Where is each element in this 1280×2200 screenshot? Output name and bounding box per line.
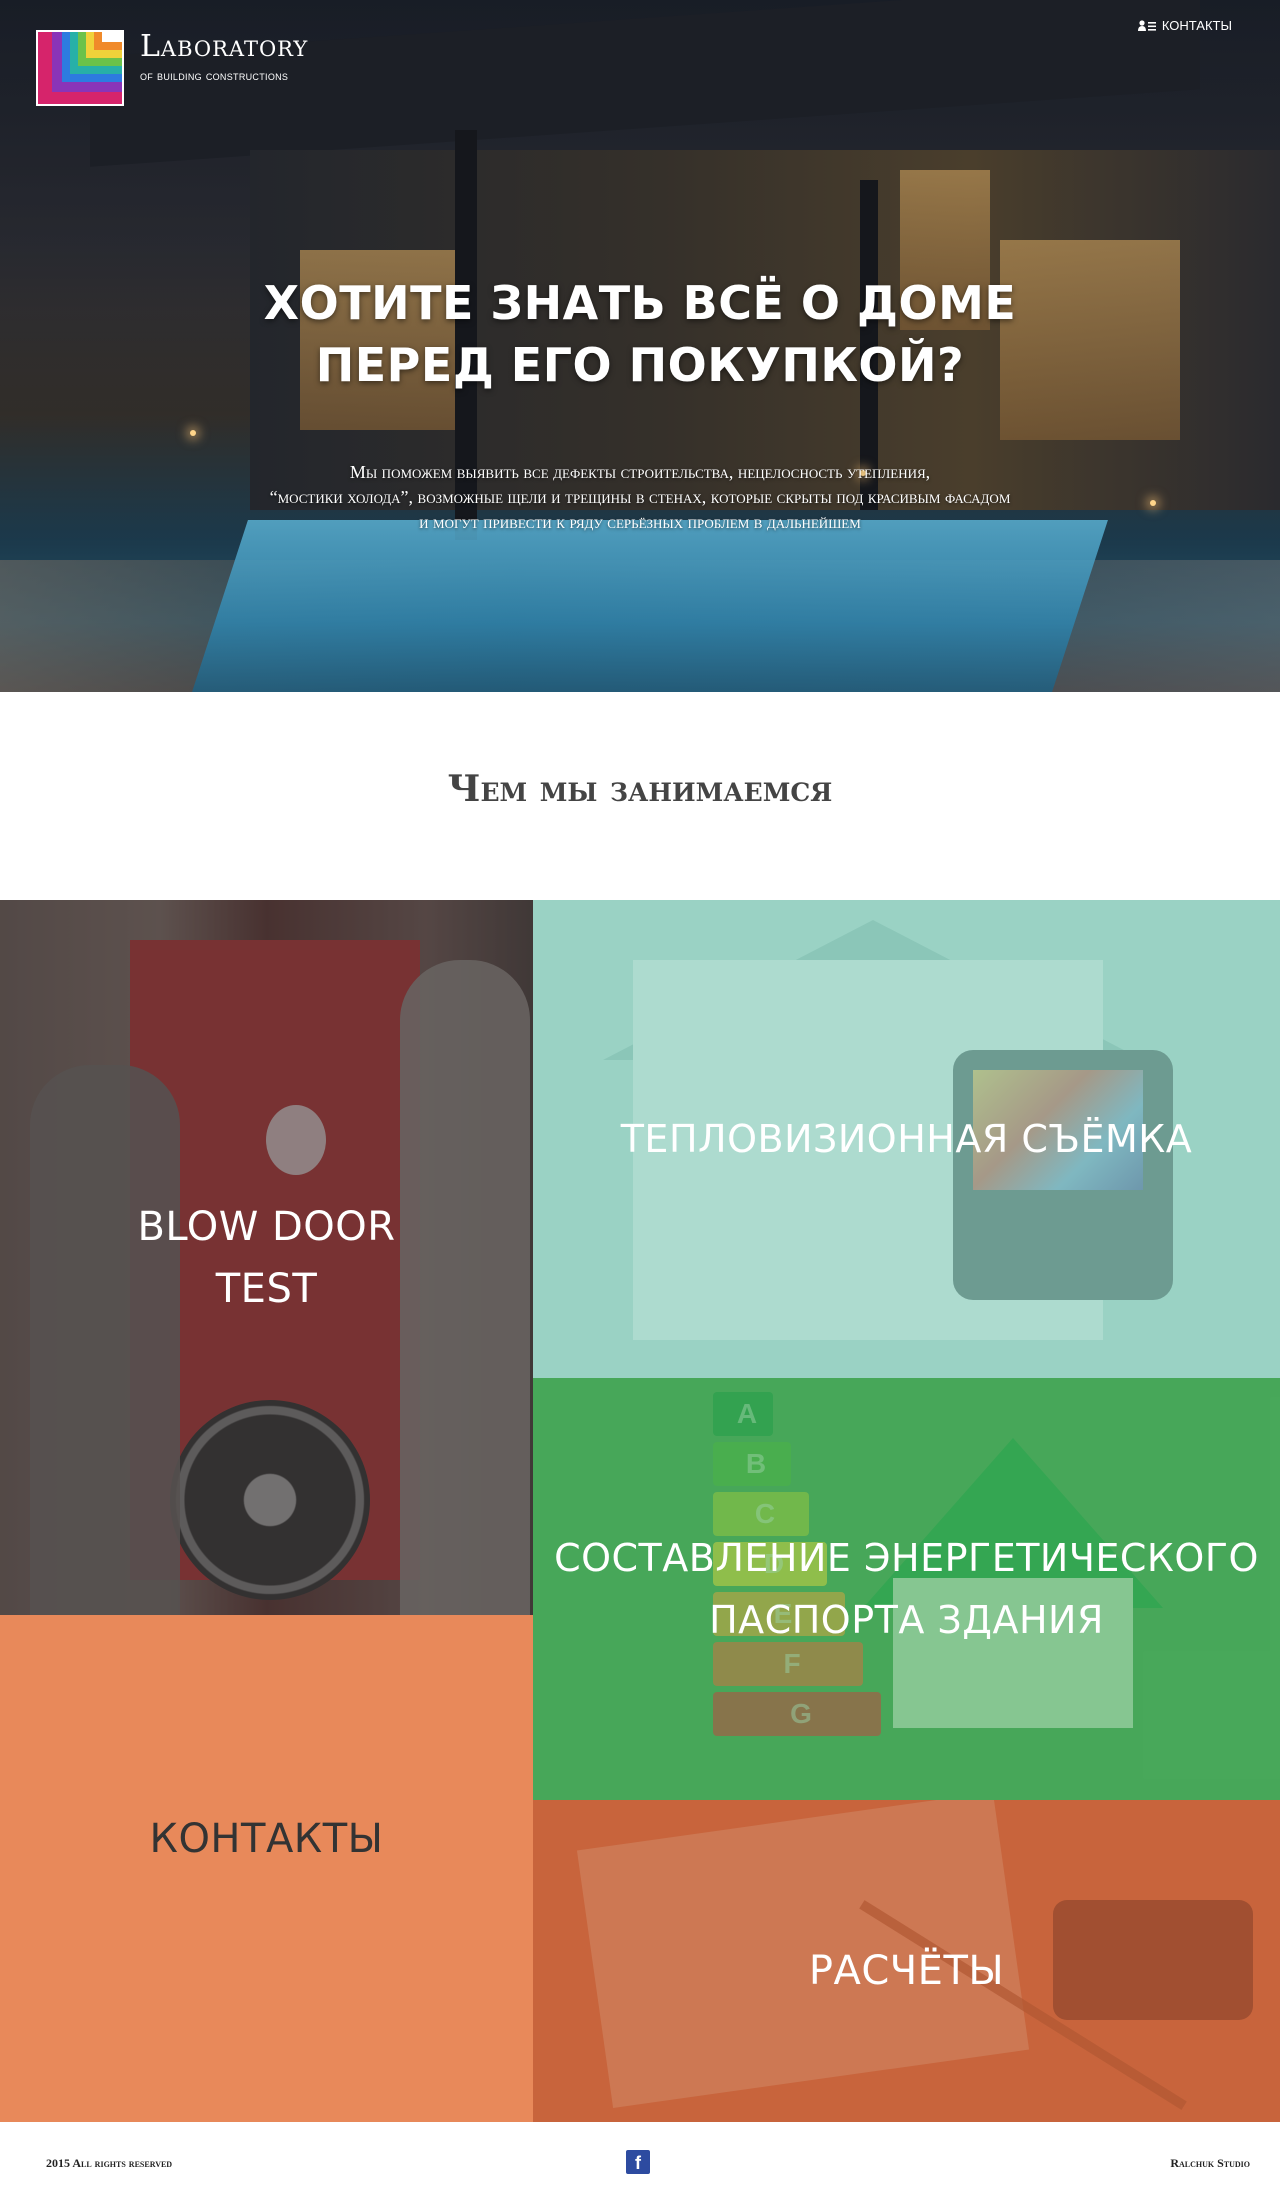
tile-label: ТЕПЛОВИЗИОННАЯ СЪЁМКА [620, 1117, 1193, 1161]
user-list-icon [1137, 19, 1156, 32]
footer: 2015 All rights reserved f Ralchuk Studi… [0, 2122, 1280, 2200]
hero-subtitle-line: и могут привести к ряду серьёзных пробле… [419, 512, 861, 532]
hero-banner: Laboratory of building constructions КОН… [0, 0, 1280, 692]
footer-copyright: 2015 All rights reserved [46, 2156, 173, 2170]
services-section-title: Чем мы занимаемся [447, 768, 833, 810]
tile-label: РАСЧЁТЫ [808, 1948, 1005, 1994]
hero-subtitle-line: “мостики холода”, возможные щели и трещи… [269, 487, 1011, 507]
header-contacts-link[interactable]: КОНТАКТЫ [1137, 18, 1232, 33]
tile-energy-passport[interactable]: A B C D E F G СОСТАВЛЕНИЕ ЭНЕРГЕТИЧЕСКОГ… [533, 1378, 1280, 1800]
hero-title-line: Хотите знать всё о доме [263, 276, 1017, 330]
tile-blow-door-test[interactable]: BLOW DOOR TEST [0, 900, 533, 1615]
tile-label-line: TEST [215, 1265, 318, 1312]
hero-subtitle-line: Мы поможем выявить все дефекты строитель… [349, 462, 931, 482]
tile-label: КОНТАКТЫ [149, 1815, 384, 1862]
tile-label-line: СОСТАВЛЕНИЕ ЭНЕРГЕТИЧЕСКОГО [554, 1536, 1259, 1580]
tile-contacts[interactable]: КОНТАКТЫ [0, 1615, 533, 2122]
site-logo[interactable]: Laboratory of building constructions [36, 30, 308, 106]
footer-studio-link[interactable]: Ralchuk Studio [1170, 2156, 1250, 2171]
tile-label-line: ПАСПОРТА ЗДАНИЯ [709, 1598, 1104, 1642]
tile-label: BLOW DOOR TEST [137, 1196, 395, 1320]
hero-pool [192, 520, 1108, 692]
tile-label-line: BLOW DOOR [137, 1203, 396, 1250]
tile-thermal-imaging[interactable]: ТЕПЛОВИЗИОННАЯ СЪЁМКА [533, 900, 1280, 1378]
hero-subtitle: Мы поможем выявить все дефекты строитель… [140, 460, 1140, 535]
rainbow-logo-icon [36, 30, 124, 106]
header-contacts-label: КОНТАКТЫ [1161, 18, 1232, 33]
tile-calculations[interactable]: РАСЧЁТЫ [533, 1800, 1280, 2122]
hero-lamp [190, 430, 196, 436]
logo-subtitle: of building constructions [140, 68, 289, 83]
tile-label: СОСТАВЛЕНИЕ ЭНЕРГЕТИЧЕСКОГО ПАСПОРТА ЗДА… [554, 1527, 1259, 1651]
hero-title: Хотите знать всё о доме перед его покупк… [0, 272, 1280, 396]
facebook-icon[interactable]: f [626, 2150, 650, 2174]
logo-title: Laboratory [140, 29, 309, 64]
hero-lamp [1150, 500, 1156, 506]
hero-title-line: перед его покупкой? [315, 338, 965, 392]
